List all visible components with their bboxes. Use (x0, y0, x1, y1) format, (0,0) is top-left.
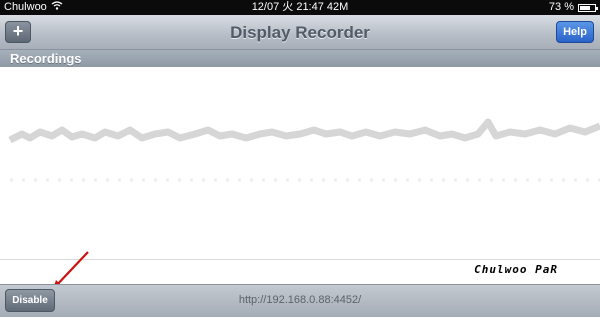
bottom-toolbar: http://192.168.0.88:4452/ Disable (0, 284, 600, 317)
battery-icon (578, 4, 598, 12)
recordings-header: Recordings (0, 50, 600, 67)
signature-text: Chulwoo PaR (474, 263, 558, 276)
page-title: Display Recorder (230, 23, 370, 42)
nav-bar: + Display Recorder Help (0, 15, 600, 50)
status-right: 73 % (548, 0, 598, 15)
scribble-annotation (8, 118, 600, 182)
status-time: 12/07 火 21:47 42M (251, 1, 349, 13)
help-button[interactable]: Help (556, 21, 594, 43)
battery-percent: 73 % (548, 1, 574, 13)
server-url: http://192.168.0.88:4452/ (238, 294, 362, 306)
status-bar: Chulwoo 12/07 火 21:47 42M 73 % (0, 0, 600, 15)
disable-button[interactable]: Disable (5, 289, 55, 312)
